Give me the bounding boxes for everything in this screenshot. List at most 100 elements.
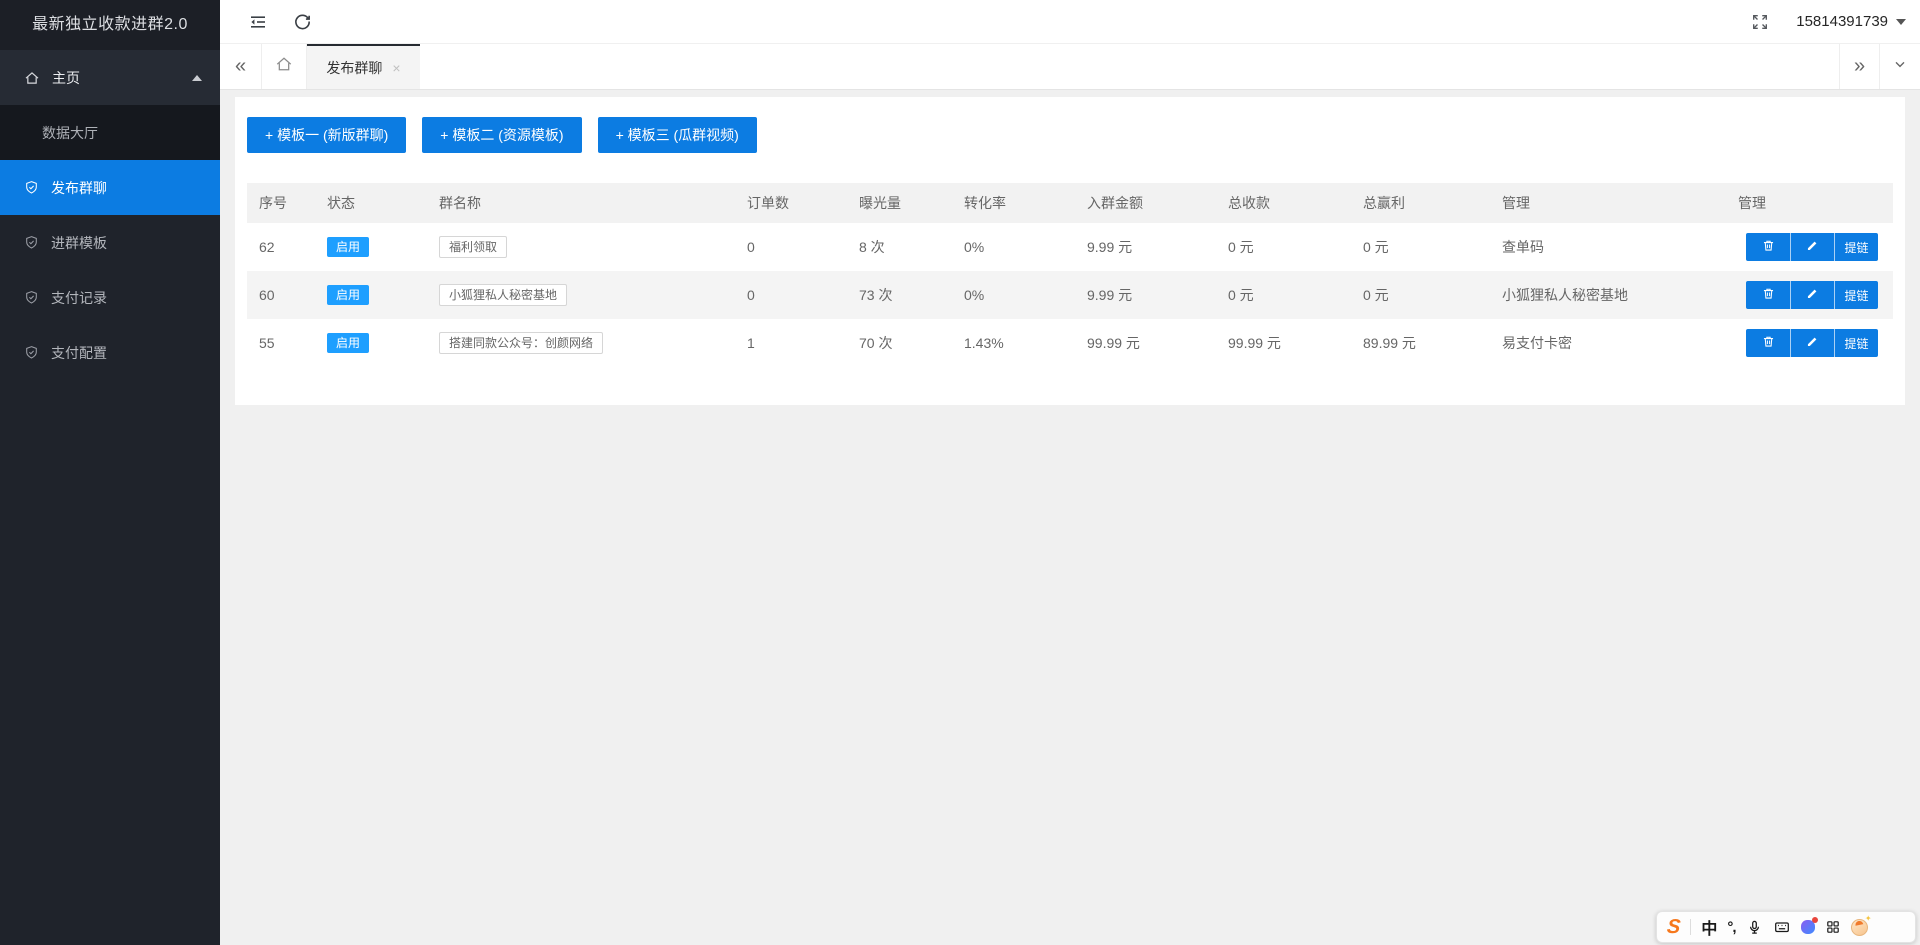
- collapse-sidebar-icon[interactable]: [248, 12, 268, 32]
- emoji-assistant-icon[interactable]: [1851, 919, 1868, 936]
- refresh-icon[interactable]: [292, 12, 312, 32]
- ime-toolbar: S 中 °,: [1656, 911, 1916, 943]
- app-title: 最新独立收款进群2.0: [0, 0, 220, 50]
- cell-total-income: 99.99 元: [1216, 319, 1351, 367]
- close-icon[interactable]: ×: [392, 60, 400, 76]
- extract-link-button[interactable]: 提链: [1834, 281, 1878, 309]
- edit-button[interactable]: [1790, 281, 1834, 309]
- tabs-menu-button[interactable]: [1879, 44, 1920, 89]
- row-action-group: 提链: [1746, 281, 1878, 309]
- cell-total-profit: 89.99 元: [1351, 319, 1490, 367]
- sidebar-item-payment-config[interactable]: 支付配置: [0, 325, 220, 380]
- column-header-total-income: 总收款: [1216, 183, 1351, 223]
- user-account-dropdown[interactable]: 15814391739: [1796, 13, 1906, 30]
- column-header-join-price: 入群金额: [1075, 183, 1216, 223]
- keyboard-icon[interactable]: [1773, 918, 1791, 936]
- add-template-1-button[interactable]: + 模板一 (新版群聊): [247, 117, 406, 153]
- skin-palette-icon[interactable]: [1801, 920, 1815, 934]
- column-header-manage: 管理: [1490, 183, 1726, 223]
- trash-icon: [1762, 239, 1775, 255]
- cell-seq: 55: [247, 319, 315, 367]
- sidebar-item-label: 主页: [52, 68, 192, 88]
- tab-publish-group[interactable]: 发布群聊 ×: [307, 44, 420, 89]
- template-buttons-row: + 模板一 (新版群聊) + 模板二 (资源模板) + 模板三 (瓜群视频): [247, 117, 1893, 153]
- pencil-icon: [1806, 239, 1819, 255]
- tabs-scroll-left-button[interactable]: «: [220, 44, 262, 89]
- cell-manage-text: 查单码: [1490, 223, 1726, 271]
- content-card: + 模板一 (新版群聊) + 模板二 (资源模板) + 模板三 (瓜群视频) 序…: [235, 97, 1905, 405]
- trash-icon: [1762, 335, 1775, 351]
- chinese-mode-icon[interactable]: 中: [1701, 915, 1717, 939]
- cell-exposure: 73 次: [847, 271, 952, 319]
- fullscreen-icon[interactable]: [1750, 12, 1770, 32]
- pencil-icon: [1806, 287, 1819, 303]
- shield-check-icon: [24, 235, 39, 250]
- sogou-logo-icon[interactable]: S: [1666, 916, 1682, 939]
- topbar: 15814391739: [220, 0, 1920, 44]
- double-chevron-left-icon: «: [235, 55, 246, 78]
- extract-link-button[interactable]: 提链: [1834, 233, 1878, 261]
- toolbox-grid-icon[interactable]: [1825, 919, 1841, 935]
- sidebar-item-payment-records[interactable]: 支付记录: [0, 270, 220, 325]
- cell-seq: 60: [247, 271, 315, 319]
- table-row: 60 启用 小狐狸私人秘密基地 0 73 次 0% 9.99 元 0 元 0 元…: [247, 271, 1893, 319]
- cell-join-price: 9.99 元: [1075, 223, 1216, 271]
- cell-exposure: 8 次: [847, 223, 952, 271]
- table-row: 55 启用 搭建同款公众号：创颜网络 1 70 次 1.43% 99.99 元 …: [247, 319, 1893, 367]
- column-header-manage-actions: 管理: [1726, 183, 1893, 223]
- sidebar-item-home[interactable]: 主页: [0, 50, 220, 105]
- cell-total-profit: 0 元: [1351, 223, 1490, 271]
- punctuation-mode-icon[interactable]: °,: [1727, 919, 1735, 936]
- sidebar-item-join-template[interactable]: 进群模板: [0, 215, 220, 270]
- edit-button[interactable]: [1790, 233, 1834, 261]
- tabs-scroll-right-button[interactable]: »: [1839, 44, 1879, 89]
- cell-exposure: 70 次: [847, 319, 952, 367]
- edit-button[interactable]: [1790, 329, 1834, 357]
- delete-button[interactable]: [1746, 281, 1790, 309]
- add-template-2-button[interactable]: + 模板二 (资源模板): [422, 117, 581, 153]
- group-name-tag: 搭建同款公众号：创颜网络: [439, 332, 603, 354]
- row-action-group: 提链: [1746, 329, 1878, 357]
- home-icon: [24, 70, 40, 86]
- cell-total-profit: 0 元: [1351, 271, 1490, 319]
- extract-link-button[interactable]: 提链: [1834, 329, 1878, 357]
- cell-conversion: 1.43%: [952, 319, 1075, 367]
- table-header-row: 序号 状态 群名称 订单数 曝光量 转化率 入群金额 总收款 总赢利 管理 管理: [247, 183, 1893, 223]
- status-badge: 启用: [327, 237, 369, 257]
- group-name-tag: 小狐狸私人秘密基地: [439, 284, 567, 306]
- home-icon: [275, 55, 293, 78]
- cell-manage-text: 易支付卡密: [1490, 319, 1726, 367]
- group-name-tag: 福利领取: [439, 236, 507, 258]
- tab-home[interactable]: [262, 44, 307, 89]
- cell-manage-text: 小狐狸私人秘密基地: [1490, 271, 1726, 319]
- delete-button[interactable]: [1746, 329, 1790, 357]
- shield-check-icon: [24, 180, 39, 195]
- column-header-status: 状态: [315, 183, 427, 223]
- column-header-conversion: 转化率: [952, 183, 1075, 223]
- cell-orders: 1: [735, 319, 847, 367]
- microphone-icon[interactable]: [1746, 919, 1763, 936]
- status-badge: 启用: [327, 333, 369, 353]
- row-action-group: 提链: [1746, 233, 1878, 261]
- sidebar-item-data-hall[interactable]: 数据大厅: [0, 105, 220, 160]
- sidebar-item-publish-group[interactable]: 发布群聊: [0, 160, 220, 215]
- user-phone: 15814391739: [1796, 13, 1888, 30]
- chevron-down-icon: [1892, 56, 1908, 77]
- cell-orders: 0: [735, 271, 847, 319]
- chevron-down-icon: [1896, 19, 1906, 25]
- tab-label: 发布群聊: [326, 58, 382, 78]
- cell-seq: 62: [247, 223, 315, 271]
- column-header-group-name: 群名称: [427, 183, 735, 223]
- column-header-exposure: 曝光量: [847, 183, 952, 223]
- cell-join-price: 9.99 元: [1075, 271, 1216, 319]
- shield-check-icon: [24, 345, 39, 360]
- column-header-seq: 序号: [247, 183, 315, 223]
- cell-conversion: 0%: [952, 271, 1075, 319]
- cell-conversion: 0%: [952, 223, 1075, 271]
- trash-icon: [1762, 287, 1775, 303]
- add-template-3-button[interactable]: + 模板三 (瓜群视频): [598, 117, 757, 153]
- delete-button[interactable]: [1746, 233, 1790, 261]
- tabbar: « 发布群聊 × »: [220, 44, 1920, 90]
- double-chevron-right-icon: »: [1854, 55, 1865, 78]
- status-badge: 启用: [327, 285, 369, 305]
